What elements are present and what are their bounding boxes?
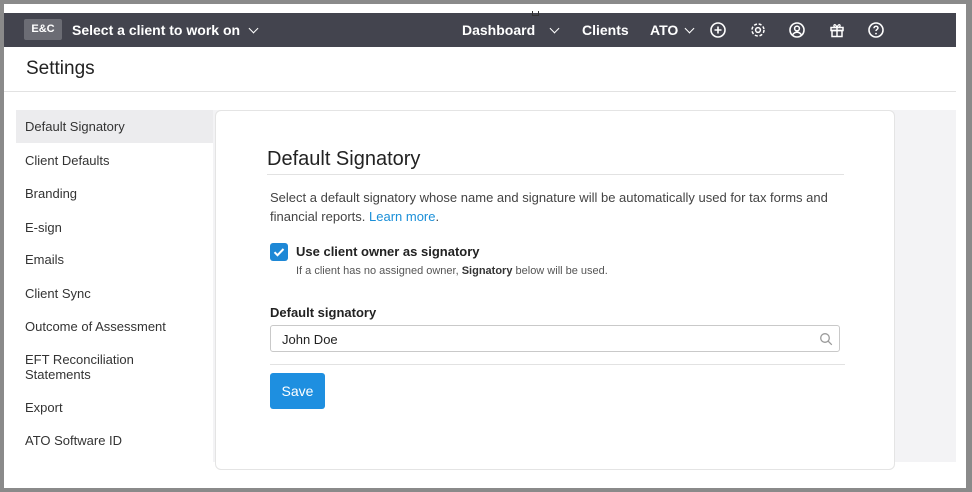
sidebar-item-branding[interactable]: Branding xyxy=(16,186,213,201)
client-selector-label: Select a client to work on xyxy=(72,22,241,38)
default-signatory-input[interactable] xyxy=(280,329,814,350)
help-bold: Signatory xyxy=(461,265,513,277)
search-icon xyxy=(820,333,833,346)
nav-clients[interactable]: Clients xyxy=(582,13,629,47)
save-button[interactable]: Save xyxy=(270,373,325,409)
client-selector[interactable]: Select a client to work on xyxy=(72,13,259,47)
nav-ato[interactable]: ATO xyxy=(650,13,695,47)
sidebar-item-eft-reconciliation-statements[interactable]: EFT Reconciliation Statements xyxy=(16,352,166,382)
help-suffix: below will be used. xyxy=(512,265,608,277)
divider xyxy=(4,91,956,92)
help-circle-icon[interactable] xyxy=(867,21,885,39)
chevron-down-icon xyxy=(549,23,560,33)
learn-more-link[interactable]: Learn more xyxy=(369,209,435,224)
plus-circle-icon[interactable] xyxy=(709,21,727,39)
chevron-down-icon xyxy=(248,23,259,33)
default-signatory-field[interactable] xyxy=(270,325,840,352)
app-logo[interactable]: E&C xyxy=(24,19,62,40)
section-title: Default Signatory xyxy=(267,148,421,170)
divider xyxy=(270,364,845,365)
sidebar-item-e-sign[interactable]: E-sign xyxy=(16,220,213,235)
sidebar-item-client-defaults[interactable]: Client Defaults xyxy=(16,153,213,168)
page-title: Settings xyxy=(26,58,95,79)
settings-sidebar: Default Signatory Client Defaults Brandi… xyxy=(16,110,214,462)
nav-dashboard[interactable]: Dashboard xyxy=(462,13,535,47)
sidebar-item-emails[interactable]: Emails xyxy=(16,252,213,267)
sidebar-item-default-signatory[interactable]: Default Signatory xyxy=(16,110,213,143)
section-description: Select a default signatory whose name an… xyxy=(270,188,830,226)
gift-icon[interactable] xyxy=(828,21,846,39)
nav-ato-label: ATO xyxy=(650,22,679,38)
sidebar-item-ato-software-id[interactable]: ATO Software ID xyxy=(16,433,213,448)
top-nav-bar: E&C Select a client to work on Dashboard… xyxy=(4,13,956,47)
chevron-down-icon xyxy=(684,23,695,33)
description-text: Select a default signatory whose name an… xyxy=(270,190,828,224)
sidebar-item-client-sync[interactable]: Client Sync xyxy=(16,286,213,301)
use-client-owner-checkbox[interactable] xyxy=(270,243,288,261)
checkbox-label[interactable]: Use client owner as signatory xyxy=(296,244,480,259)
checkbox-help-text: If a client has no assigned owner, Signa… xyxy=(296,265,608,277)
sidebar-item-export[interactable]: Export xyxy=(16,400,213,415)
checkmark-icon xyxy=(273,248,285,257)
dashboard-dropdown-toggle[interactable] xyxy=(549,13,560,47)
help-prefix: If a client has no assigned owner, xyxy=(296,265,462,277)
gear-icon[interactable] xyxy=(749,21,767,39)
user-circle-icon[interactable] xyxy=(788,21,806,39)
description-period: . xyxy=(435,209,440,224)
sidebar-item-outcome-of-assessment[interactable]: Outcome of Assessment xyxy=(16,319,213,334)
cursor-marker xyxy=(532,11,539,16)
divider xyxy=(267,174,844,175)
default-signatory-label: Default signatory xyxy=(270,305,377,320)
